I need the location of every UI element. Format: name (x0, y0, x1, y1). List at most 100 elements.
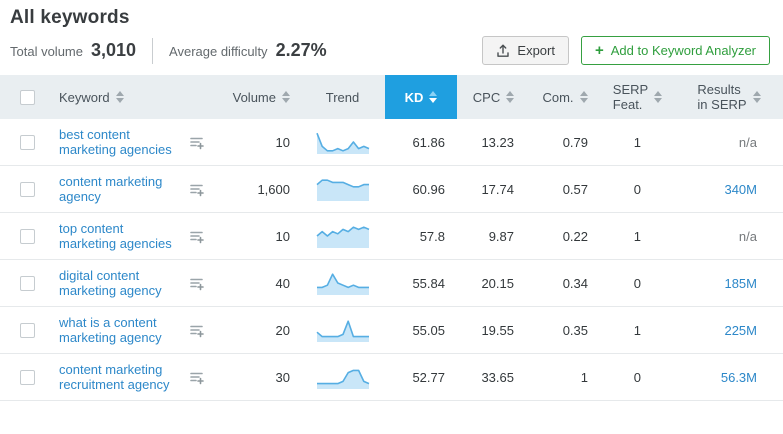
results-na-value: n/a (739, 229, 757, 244)
row-checkbox[interactable] (20, 323, 35, 338)
column-label-com: Com. (542, 90, 573, 105)
add-to-list-icon[interactable] (189, 229, 205, 244)
com-cell: 0.35 (530, 315, 600, 346)
serp-features-cell: 0 (600, 268, 675, 299)
add-to-list-icon[interactable] (189, 182, 205, 197)
keyword-link[interactable]: content marketing agency (59, 174, 181, 204)
summary-stats: Total volume 3,010 Average difficulty 2.… (10, 38, 327, 64)
results-link[interactable]: 185M (724, 276, 757, 291)
keyword-cell: best content marketing agencies (55, 119, 215, 165)
column-header-cpc[interactable]: CPC (457, 75, 530, 119)
keyword-cell: digital content marketing agency (55, 260, 215, 306)
column-header-keyword[interactable]: Keyword (55, 75, 215, 119)
volume-cell: 40 (215, 268, 300, 299)
column-header-results[interactable]: Resultsin SERP (675, 75, 783, 119)
average-difficulty-value: 2.27% (276, 40, 327, 61)
export-icon (496, 44, 510, 58)
total-volume-label: Total volume (10, 44, 83, 59)
row-checkbox-cell (0, 362, 55, 393)
volume-cell: 10 (215, 127, 300, 158)
keyword-cell: content marketing agency (55, 166, 215, 212)
sort-down-arrow (116, 98, 124, 103)
row-checkbox[interactable] (20, 182, 35, 197)
total-volume-stat: Total volume 3,010 (10, 40, 136, 61)
column-header-serp[interactable]: SERPFeat. (600, 75, 675, 119)
column-label-cpc: CPC (473, 90, 500, 105)
column-header-volume[interactable]: Volume (215, 75, 300, 119)
column-header-kd[interactable]: KD (385, 75, 457, 119)
results-in-serp-cell: 225M (675, 315, 783, 346)
table-row: content marketing agency1,60060.9617.740… (0, 166, 783, 213)
select-all-checkbox[interactable] (20, 90, 35, 105)
keyword-link[interactable]: what is a content marketing agency (59, 315, 181, 345)
total-volume-value: 3,010 (91, 40, 136, 61)
export-button[interactable]: Export (482, 36, 569, 65)
average-difficulty-label: Average difficulty (169, 44, 268, 59)
plus-icon: + (595, 43, 604, 58)
results-in-serp-cell: 340M (675, 174, 783, 205)
cpc-cell: 19.55 (457, 315, 530, 346)
column-label-volume: Volume (233, 90, 276, 105)
trend-sparkline (300, 168, 385, 210)
column-label-results: Resultsin SERP (697, 82, 746, 112)
sort-down-arrow (580, 98, 588, 103)
add-to-keyword-analyzer-button[interactable]: + Add to Keyword Analyzer (581, 36, 770, 65)
com-cell: 1 (530, 362, 600, 393)
add-to-keyword-analyzer-label: Add to Keyword Analyzer (611, 43, 756, 58)
sort-down-arrow (429, 98, 437, 103)
add-to-list-icon[interactable] (189, 276, 205, 291)
results-link[interactable]: 56.3M (721, 370, 757, 385)
kd-cell: 61.86 (385, 127, 457, 158)
cpc-cell: 20.15 (457, 268, 530, 299)
serp-features-cell: 1 (600, 221, 675, 252)
sort-up-arrow (580, 91, 588, 96)
row-checkbox[interactable] (20, 276, 35, 291)
trend-sparkline (300, 215, 385, 257)
sort-up-arrow (116, 91, 124, 96)
row-checkbox[interactable] (20, 135, 35, 150)
average-difficulty-stat: Average difficulty 2.27% (169, 40, 327, 61)
volume-cell: 1,600 (215, 174, 300, 205)
sort-icon (580, 91, 588, 103)
keyword-wrap: what is a content marketing agency (59, 315, 215, 345)
com-cell: 0.34 (530, 268, 600, 299)
row-checkbox[interactable] (20, 229, 35, 244)
column-header-com[interactable]: Com. (530, 75, 600, 119)
results-na-value: n/a (739, 135, 757, 150)
column-label-serp: SERPFeat. (613, 82, 648, 112)
results-link[interactable]: 340M (724, 182, 757, 197)
add-to-list-icon[interactable] (189, 135, 205, 150)
sort-down-arrow (654, 98, 662, 103)
sort-down-arrow (282, 98, 290, 103)
keyword-link[interactable]: top content marketing agencies (59, 221, 181, 251)
table-body: best content marketing agencies1061.8613… (0, 119, 783, 401)
column-label-kd: KD (405, 90, 424, 105)
row-checkbox-cell (0, 315, 55, 346)
sort-icon (116, 91, 124, 103)
keyword-link[interactable]: best content marketing agencies (59, 127, 181, 157)
serp-features-cell: 0 (600, 174, 675, 205)
keyword-wrap: digital content marketing agency (59, 268, 215, 298)
table-header-row: KeywordVolumeTrendKDCPCCom.SERPFeat.Resu… (0, 75, 783, 119)
sort-icon (753, 91, 761, 103)
table-row: what is a content marketing agency2055.0… (0, 307, 783, 354)
sort-up-arrow (429, 91, 437, 96)
kd-cell: 55.84 (385, 268, 457, 299)
row-checkbox[interactable] (20, 370, 35, 385)
results-in-serp-cell: n/a (675, 127, 783, 158)
serp-features-cell: 1 (600, 315, 675, 346)
keyword-cell: content marketing recruitment agency (55, 354, 215, 400)
kd-cell: 55.05 (385, 315, 457, 346)
cpc-cell: 33.65 (457, 362, 530, 393)
keyword-link[interactable]: digital content marketing agency (59, 268, 181, 298)
results-link[interactable]: 225M (724, 323, 757, 338)
keyword-cell: what is a content marketing agency (55, 307, 215, 353)
sort-icon (282, 91, 290, 103)
com-cell: 0.79 (530, 127, 600, 158)
keyword-link[interactable]: content marketing recruitment agency (59, 362, 181, 392)
trend-sparkline (300, 121, 385, 163)
add-to-list-icon[interactable] (189, 323, 205, 338)
trend-sparkline (300, 356, 385, 398)
add-to-list-icon[interactable] (189, 370, 205, 385)
com-cell: 0.57 (530, 174, 600, 205)
